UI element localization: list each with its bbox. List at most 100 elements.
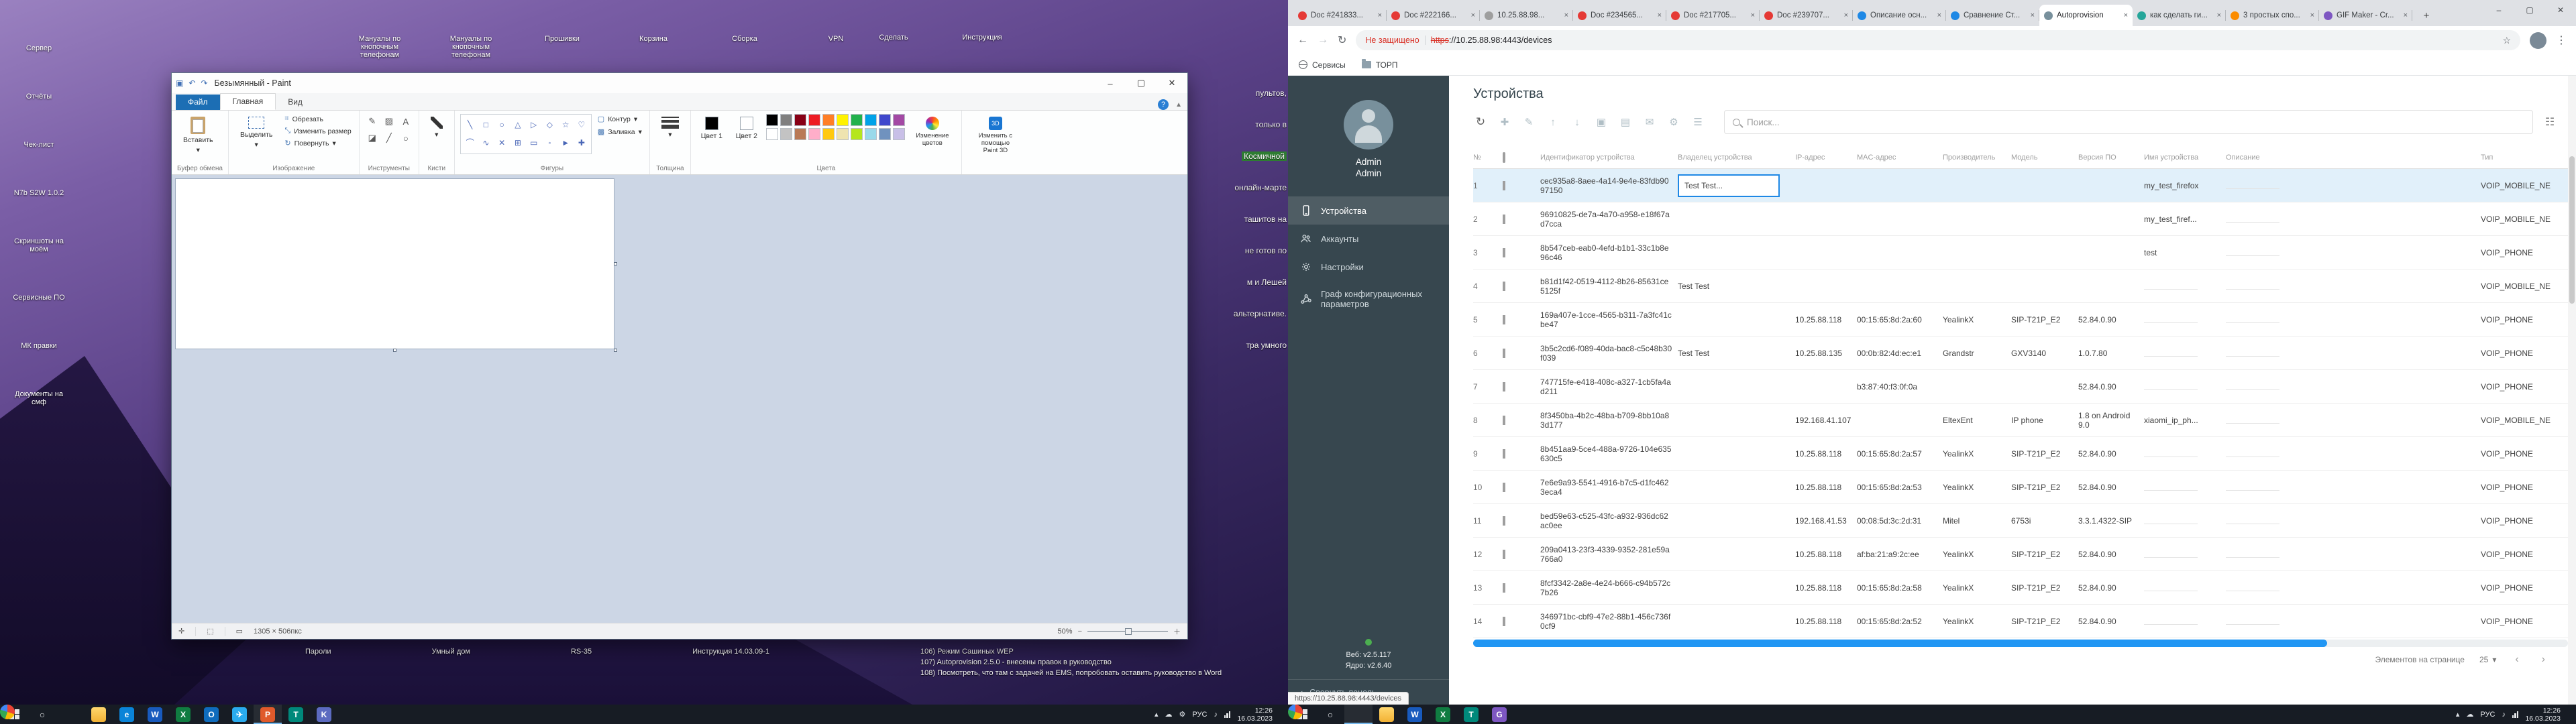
tab-close-icon[interactable]: × [2404, 11, 2408, 19]
desktop-icon[interactable]: Документы на смф [8, 363, 70, 406]
toolbar-icon[interactable]: ☰ [1690, 116, 1705, 128]
column-header[interactable]: Модель [2011, 154, 2078, 162]
description-cell[interactable] [2226, 415, 2481, 426]
browser-tab[interactable]: Doc #222166... × [1387, 5, 1480, 26]
table-row[interactable]: 3 8b547ceb-eab0-4efd-b1b1-33c1b8e96c46 t… [1473, 236, 2568, 269]
description-cell[interactable] [2226, 583, 2481, 593]
table-row[interactable]: 8 8f3450ba-4b2c-48ba-b709-8bb10a83d177 1… [1473, 404, 2568, 437]
help-icon[interactable]: ? [1158, 99, 1169, 110]
desktop-icon[interactable]: Мануалы по кнопочным телефонам [349, 8, 411, 59]
device-name-cell[interactable] [2144, 281, 2226, 292]
network-icon[interactable] [1224, 711, 1231, 718]
paint-ribbon-tab[interactable]: Вид [276, 95, 315, 110]
palette-swatch[interactable] [837, 128, 849, 140]
row-checkbox[interactable] [1503, 516, 1505, 526]
toolbar-icon[interactable]: ✚ [1497, 116, 1512, 128]
shape-icon[interactable]: ◇ [547, 120, 553, 129]
palette-swatch[interactable] [794, 114, 806, 126]
row-checkbox[interactable] [1503, 550, 1505, 559]
row-checkbox[interactable] [1503, 416, 1505, 425]
table-row[interactable]: 1 cec935a8-8aee-4a14-9e4e-83fdb9097150 T… [1473, 169, 2568, 202]
thickness-button[interactable]: ▾ [655, 114, 685, 141]
palette-swatch[interactable] [766, 128, 778, 140]
column-header[interactable]: MAC-адрес [1857, 154, 1943, 162]
column-settings-icon[interactable]: ☷ [2542, 115, 2557, 129]
redo-icon[interactable]: ↷ [201, 78, 207, 88]
desktop-icon[interactable]: Скриншоты на моём [8, 210, 70, 253]
table-row[interactable]: 2 96910825-de7a-4a70-a958-e18f67ad7cca m… [1473, 202, 2568, 236]
scrollbar-thumb[interactable] [1473, 640, 2327, 647]
tray-icon[interactable]: ▴ [1155, 710, 1159, 719]
taskbar-app-button[interactable] [1344, 705, 1373, 724]
desktop-icon[interactable]: VPN [805, 8, 867, 43]
desktop-icon[interactable]: МК правки [8, 315, 70, 350]
column-header[interactable]: Описание [2226, 154, 2481, 162]
device-name-cell[interactable]: xiaomi_ip_ph... [2144, 416, 2226, 425]
toolbar-icon[interactable]: ✉ [1642, 116, 1657, 128]
palette-swatch[interactable] [851, 128, 863, 140]
table-row[interactable]: 11 bed59e63-c525-43fc-a932-936dc62ac0ee … [1473, 504, 2568, 538]
desktop-icon-label[interactable]: RS-35 [571, 648, 592, 656]
taskbar-app-button[interactable]: W [1401, 705, 1429, 724]
tab-close-icon[interactable]: × [1564, 11, 1568, 19]
shape-icon[interactable]: ◦ [548, 138, 551, 147]
description-cell[interactable] [2226, 381, 2481, 392]
column-header[interactable]: Версия ПО [2078, 154, 2144, 162]
bookmark-star-icon[interactable]: ☆ [2502, 35, 2511, 46]
palette-swatch[interactable] [822, 128, 835, 140]
collapse-ribbon-icon[interactable]: ▲ [1175, 101, 1182, 109]
paste-button[interactable]: Вставить ▾ [177, 114, 219, 157]
description-cell[interactable] [2226, 247, 2481, 258]
device-name-cell[interactable]: my_test_firefox [2144, 181, 2226, 190]
color2-button[interactable]: Цвет 2 [731, 114, 762, 143]
toolbar-icon[interactable]: ⚙ [1666, 116, 1681, 128]
zoom-out-icon[interactable]: − [1078, 627, 1082, 636]
minimize-button[interactable]: – [1095, 73, 1126, 93]
address-bar[interactable]: Не защищено https://10.25.88.98:4443/dev… [1356, 30, 2520, 50]
canvas-resize-handle[interactable] [393, 349, 396, 352]
shape-icon[interactable]: ∿ [482, 138, 489, 147]
description-cell[interactable] [2226, 214, 2481, 225]
tray-icon[interactable]: ☁ [1165, 710, 1173, 719]
browser-tab[interactable]: Описание осн... × [1853, 5, 1946, 26]
row-checkbox[interactable] [1503, 181, 1505, 190]
taskbar-search-button[interactable]: ○ [28, 705, 56, 724]
per-page-select[interactable]: 25 ▾ [2479, 655, 2496, 664]
palette-swatch[interactable] [851, 114, 863, 126]
taskbar-app-button[interactable]: P [254, 705, 282, 724]
maximize-button[interactable]: ▢ [1126, 73, 1157, 93]
horizontal-scrollbar[interactable] [1473, 640, 2568, 647]
tab-close-icon[interactable]: × [1378, 11, 1382, 19]
back-icon[interactable]: ← [1297, 34, 1308, 46]
next-page-button[interactable]: › [2538, 654, 2549, 666]
description-cell[interactable] [2226, 516, 2481, 526]
palette-swatch[interactable] [879, 114, 891, 126]
row-checkbox[interactable] [1503, 315, 1505, 324]
close-button[interactable]: ✕ [2545, 0, 2576, 20]
tab-close-icon[interactable]: × [1471, 11, 1475, 19]
tray-icon[interactable]: ☁ [2466, 710, 2473, 719]
security-warning[interactable]: Не защищено [1365, 36, 1419, 45]
toolbar-icon[interactable]: ▣ [1594, 116, 1609, 128]
network-icon[interactable] [2512, 711, 2519, 718]
desktop-icon[interactable]: Мануалы по кнопочным телефонам [440, 8, 502, 59]
taskbar-app-button[interactable] [1373, 705, 1401, 724]
palette-swatch[interactable] [808, 114, 820, 126]
taskbar-app-button[interactable]: X [1429, 705, 1457, 724]
table-row[interactable]: 13 8fcf3342-2a8e-4e24-b666-c94b572c7b26 … [1473, 571, 2568, 605]
description-cell[interactable] [2226, 549, 2481, 560]
volume-icon[interactable]: ♪ [2502, 711, 2506, 719]
taskbar-clock[interactable]: 12:26 16.03.2023 [2525, 707, 2561, 723]
browser-profile-avatar[interactable] [2530, 32, 2546, 49]
desktop-icon[interactable]: Корзина [623, 8, 684, 43]
column-header[interactable]: Производитель [1943, 154, 2011, 162]
palette-swatch[interactable] [893, 128, 905, 140]
shape-icon[interactable]: ▭ [530, 138, 537, 147]
column-header[interactable]: Владелец устройства [1678, 154, 1795, 162]
browser-tab[interactable]: Doc #234565... × [1573, 5, 1666, 26]
description-cell[interactable] [2226, 616, 2481, 627]
device-name-cell[interactable] [2144, 516, 2226, 526]
shape-fill-button[interactable]: ▩Заливка▾ [596, 127, 644, 137]
desktop-icon-label[interactable]: Пароли [305, 648, 331, 656]
table-row[interactable]: 5 169a407e-1cce-4565-b311-7a3fc41cbe47 1… [1473, 303, 2568, 337]
